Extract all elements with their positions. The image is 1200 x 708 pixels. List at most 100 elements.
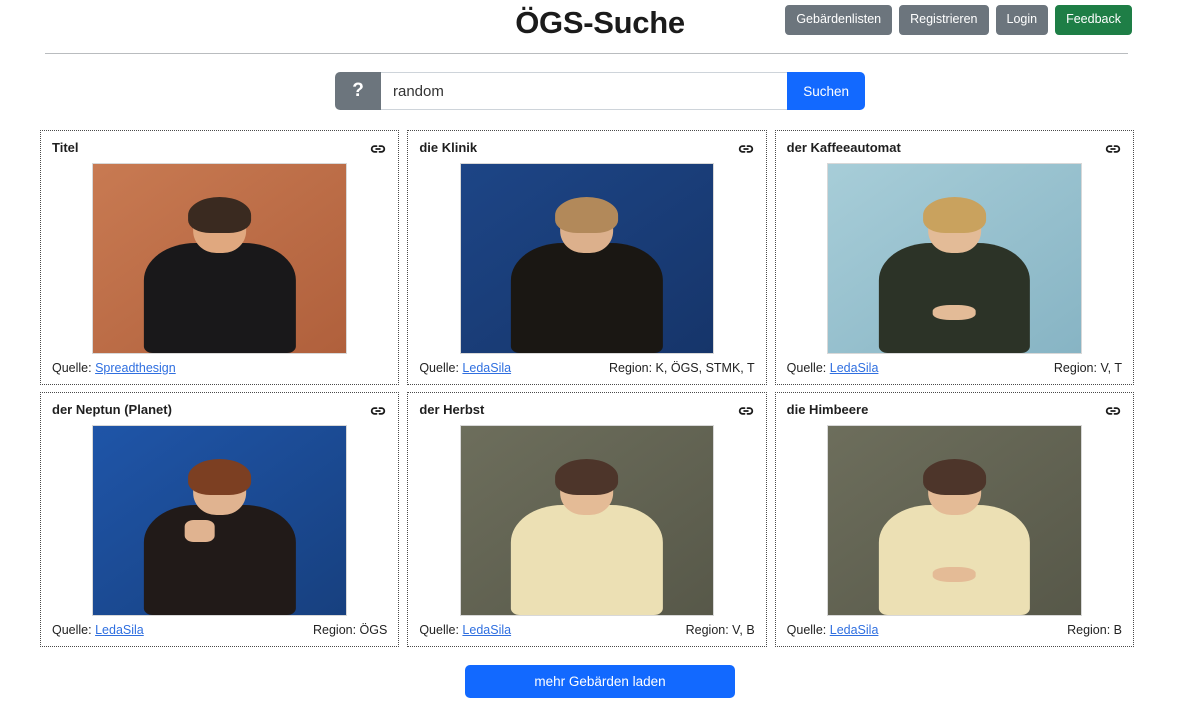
hair-shape bbox=[922, 196, 986, 234]
sign-video-thumbnail[interactable] bbox=[827, 163, 1082, 354]
torso-shape bbox=[143, 505, 296, 615]
results-grid: Titel Quelle: Spreadthesign die Klinik Q… bbox=[40, 130, 1134, 647]
source-link[interactable]: LedaSila bbox=[462, 361, 511, 375]
card-footer: Quelle: LedaSila Region: V, B bbox=[419, 623, 754, 638]
source-label: Quelle: Spreadthesign bbox=[52, 361, 176, 376]
load-more-button[interactable]: mehr Gebärden laden bbox=[465, 665, 735, 698]
source-prefix: Quelle: bbox=[52, 623, 92, 637]
nav-login-button[interactable]: Login bbox=[995, 5, 1049, 35]
torso-shape bbox=[511, 505, 663, 615]
card-title: die Klinik bbox=[419, 140, 478, 155]
page-title: ÖGS-Suche bbox=[515, 4, 685, 40]
source-label: Quelle: LedaSila bbox=[419, 623, 511, 638]
source-link[interactable]: LedaSila bbox=[95, 623, 144, 637]
thumbnail-wrapper bbox=[419, 163, 754, 354]
hand-shape bbox=[184, 520, 215, 542]
torso-shape bbox=[143, 243, 296, 353]
signer-figure bbox=[93, 449, 346, 615]
source-label: Quelle: LedaSila bbox=[787, 623, 879, 638]
card-header: die Klinik bbox=[419, 140, 754, 158]
source-link[interactable]: Spreadthesign bbox=[95, 361, 176, 375]
sign-video-thumbnail[interactable] bbox=[459, 425, 715, 616]
result-card: Titel Quelle: Spreadthesign bbox=[40, 130, 400, 385]
result-card: der Herbst Quelle: LedaSila Region: V, B bbox=[407, 392, 767, 647]
chain-link-icon[interactable] bbox=[369, 402, 387, 420]
source-prefix: Quelle: bbox=[786, 361, 827, 375]
signer-figure bbox=[93, 187, 346, 353]
header-divider bbox=[45, 53, 1128, 54]
result-card: der Neptun (Planet) Quelle: LedaSila Reg… bbox=[40, 392, 400, 647]
source-prefix: Quelle: bbox=[419, 361, 459, 375]
thumbnail-wrapper bbox=[52, 163, 387, 354]
load-more-row: mehr Gebärden laden bbox=[0, 665, 1200, 698]
help-question-icon[interactable]: ? bbox=[335, 72, 381, 110]
torso-shape bbox=[878, 243, 1031, 353]
search-group: ? Suchen bbox=[335, 72, 865, 110]
source-link[interactable]: LedaSila bbox=[830, 623, 879, 637]
hair-shape bbox=[555, 458, 619, 496]
sign-video-thumbnail[interactable] bbox=[92, 163, 347, 354]
search-input[interactable] bbox=[381, 72, 788, 110]
hand-shape bbox=[932, 566, 976, 582]
card-footer: Quelle: LedaSila Region: B bbox=[787, 623, 1122, 638]
hand-shape bbox=[932, 304, 976, 320]
source-label: Quelle: LedaSila bbox=[787, 361, 879, 376]
source-prefix: Quelle: bbox=[52, 361, 92, 375]
result-card: der Kaffeeautomat Quelle: LedaSila Regio… bbox=[774, 130, 1134, 385]
source-link[interactable]: LedaSila bbox=[462, 623, 511, 637]
region-label: Region: K, ÖGS, STMK, T bbox=[609, 361, 755, 375]
card-header: der Neptun (Planet) bbox=[52, 402, 387, 420]
source-prefix: Quelle: bbox=[419, 623, 459, 637]
sign-video-thumbnail[interactable] bbox=[827, 425, 1082, 616]
card-header: Titel bbox=[52, 140, 387, 158]
search-row: ? Suchen bbox=[0, 72, 1200, 110]
card-title: der Kaffeeautomat bbox=[786, 140, 901, 155]
sign-video-thumbnail[interactable] bbox=[92, 425, 347, 616]
source-label: Quelle: LedaSila bbox=[52, 623, 144, 638]
card-header: der Herbst bbox=[419, 402, 754, 420]
torso-shape bbox=[878, 505, 1031, 615]
source-label: Quelle: LedaSila bbox=[419, 361, 511, 376]
card-title: der Neptun (Planet) bbox=[52, 402, 172, 417]
chain-link-icon[interactable] bbox=[737, 402, 755, 420]
card-title: Titel bbox=[52, 140, 79, 155]
torso-shape bbox=[511, 243, 663, 353]
thumbnail-wrapper bbox=[52, 425, 387, 616]
signer-figure bbox=[828, 449, 1081, 615]
nav-registrieren-button[interactable]: Registrieren bbox=[899, 5, 989, 35]
nav-gebaerdenlisten-button[interactable]: Gebärdenlisten bbox=[785, 5, 893, 35]
chain-link-icon[interactable] bbox=[1104, 140, 1122, 158]
region-label: Region: B bbox=[1067, 623, 1122, 637]
card-header: der Kaffeeautomat bbox=[787, 140, 1122, 158]
hair-shape bbox=[922, 458, 986, 496]
card-title: die Himbeere bbox=[786, 402, 869, 417]
card-title: der Herbst bbox=[419, 402, 485, 417]
header-nav: Gebärdenlisten Registrieren Login Feedba… bbox=[785, 5, 1132, 35]
result-card: die Himbeere Quelle: LedaSila Region: B bbox=[774, 392, 1134, 647]
source-prefix: Quelle: bbox=[786, 623, 827, 637]
region-label: Region: V, T bbox=[1053, 361, 1122, 375]
nav-feedback-button[interactable]: Feedback bbox=[1055, 5, 1132, 35]
sign-video-thumbnail[interactable] bbox=[459, 163, 715, 354]
card-footer: Quelle: LedaSila Region: V, T bbox=[787, 361, 1122, 376]
card-footer: Quelle: LedaSila Region: K, ÖGS, STMK, T bbox=[419, 361, 754, 376]
thumbnail-wrapper bbox=[787, 163, 1122, 354]
top-header: ÖGS-Suche Gebärdenlisten Registrieren Lo… bbox=[0, 0, 1200, 48]
card-footer: Quelle: Spreadthesign bbox=[52, 361, 387, 376]
hair-shape bbox=[555, 196, 619, 234]
signer-figure bbox=[461, 449, 714, 615]
thumbnail-wrapper bbox=[787, 425, 1122, 616]
region-label: Region: ÖGS bbox=[312, 623, 388, 637]
thumbnail-wrapper bbox=[419, 425, 754, 616]
hair-shape bbox=[188, 458, 252, 496]
hair-shape bbox=[188, 196, 252, 234]
chain-link-icon[interactable] bbox=[369, 140, 387, 158]
chain-link-icon[interactable] bbox=[737, 140, 755, 158]
region-label: Region: V, B bbox=[685, 623, 755, 637]
search-submit-button[interactable]: Suchen bbox=[787, 72, 865, 110]
source-link[interactable]: LedaSila bbox=[830, 361, 879, 375]
result-card: die Klinik Quelle: LedaSila Region: K, Ö… bbox=[407, 130, 767, 385]
chain-link-icon[interactable] bbox=[1104, 402, 1122, 420]
card-header: die Himbeere bbox=[787, 402, 1122, 420]
signer-figure bbox=[461, 187, 714, 353]
